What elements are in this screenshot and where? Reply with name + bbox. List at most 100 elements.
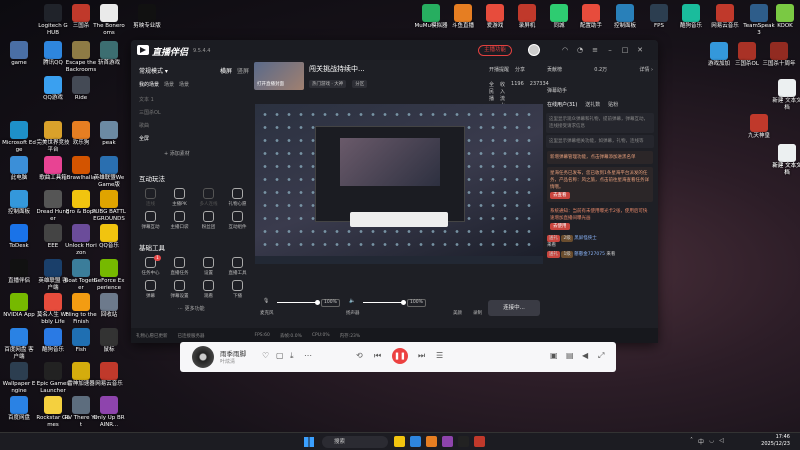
desktop-icon[interactable]: game (2, 39, 36, 77)
minimize-icon[interactable]: – (606, 46, 614, 54)
go-view-button[interactable]: 去查看 (550, 192, 570, 199)
desktop-icon[interactable]: QQ音乐 (92, 222, 126, 260)
source-item[interactable]: 全屏 (139, 133, 252, 146)
contribution-rank[interactable]: 贡献榜 (547, 66, 562, 73)
desktop-icon[interactable]: Ride (64, 74, 98, 112)
live-reminder-button[interactable]: 开播提醒 (489, 66, 509, 73)
record-button[interactable]: 录制 (473, 310, 482, 316)
desktop-icon[interactable]: 控制面板 (2, 188, 36, 226)
mic-slider[interactable] (277, 302, 317, 303)
menu-icon[interactable]: ≡ (591, 46, 599, 54)
desktop-icon[interactable]: 此电脑 (2, 154, 36, 192)
share-button[interactable]: 分享 (515, 66, 525, 73)
room-tag[interactable]: 热门游戏 · 大神 (309, 80, 347, 88)
tool-button[interactable]: 弹幕互动 (136, 211, 165, 230)
tool-button[interactable]: 弹幕设置 (165, 280, 194, 299)
desktop-icon[interactable]: 录屏机 (510, 2, 544, 40)
go-use-button[interactable]: 去使用 (550, 223, 570, 230)
bell-icon[interactable]: ◔ (576, 46, 584, 54)
tool-button[interactable]: 主播PK (165, 188, 194, 207)
tab-scene-2[interactable]: 场景 (164, 81, 174, 88)
desktop-icon[interactable]: 英雄联盟WeGame版 (92, 154, 126, 192)
speaker-icon[interactable]: 🔈 (349, 298, 355, 304)
game-app-icon[interactable] (426, 436, 437, 447)
desktop-icon[interactable]: 控制面板 (608, 2, 642, 40)
more-icon[interactable]: ⋯ (304, 351, 312, 360)
desktop-icon[interactable]: 爱游戏 (478, 2, 512, 40)
room-title[interactable]: 闯关挑战持续中... (309, 64, 365, 74)
tool-button[interactable]: 粉丝团 (194, 211, 223, 230)
desktop-icon[interactable]: Microsoft Edge (2, 119, 36, 157)
file-explorer-icon[interactable] (394, 436, 405, 447)
music-taskbar-icon[interactable] (474, 436, 485, 447)
beauty-button[interactable]: 美颜 (453, 310, 462, 316)
source-item[interactable]: 文本 1 (139, 94, 252, 107)
add-source-button[interactable]: + 添加素材 (164, 150, 252, 157)
tool-button[interactable]: 观看 (194, 280, 223, 299)
desktop-icon[interactable]: 直播伴侣 (2, 257, 36, 295)
tab-gifts[interactable]: 送礼数 (585, 101, 600, 108)
mode-dropdown[interactable]: 常规模式 ▾ (139, 66, 168, 75)
download-icon[interactable]: ⤓ (290, 351, 294, 361)
tool-button[interactable]: 直播工具 (223, 257, 252, 276)
next-icon[interactable]: ⏭ (418, 351, 425, 361)
loop-icon[interactable]: ⟲ (356, 351, 363, 360)
desktop-icon[interactable]: Only Up BRAINR... (92, 394, 126, 432)
live-companion-taskbar-icon[interactable] (458, 436, 469, 447)
desktop-icon[interactable]: 新建 文本文档 (770, 142, 800, 180)
desktop-icon[interactable]: 同城 (542, 2, 576, 40)
tool-button[interactable]: 礼物心愿 (223, 188, 252, 207)
tab-fans[interactable]: 贴粉 (608, 101, 618, 108)
comment-icon[interactable]: ▢ (276, 351, 284, 360)
landscape-option[interactable]: 横屏 (220, 68, 232, 75)
tool-button[interactable]: 多人连线 (194, 188, 223, 207)
album-cover[interactable] (192, 346, 214, 368)
windows-start-icon[interactable] (304, 437, 314, 447)
room-cover[interactable]: 打开直播封面 (254, 62, 304, 90)
lang-indicator[interactable]: 中 (698, 437, 704, 446)
maximize-icon[interactable]: □ (621, 46, 629, 54)
tab-scene-3[interactable]: 场景 (179, 81, 189, 88)
desktop-icon[interactable]: MuMu模拟器 (414, 2, 448, 40)
desktop-icon[interactable]: 剪映专业版 (130, 2, 164, 40)
stream-preview[interactable] (255, 104, 543, 264)
tab-my-scenes[interactable]: 我的场景 (139, 81, 159, 88)
more-functions-button[interactable]: ⋯ 更多功能 (178, 305, 252, 312)
desktop-icon[interactable]: Wallpaper Engine (2, 360, 36, 398)
source-item[interactable]: 歌曲 (139, 120, 252, 133)
playlist-icon[interactable]: ☰ (436, 351, 443, 360)
tab-online-users[interactable]: 在线用户(31) (547, 101, 577, 108)
taskbar-search[interactable]: 搜索 (322, 436, 388, 448)
speaker-slider[interactable] (363, 302, 403, 303)
tool-button[interactable]: 设置 (194, 257, 223, 276)
chevron-up-icon[interactable]: ˄ (690, 437, 693, 446)
song-title[interactable]: 雨季雨脚 (220, 348, 246, 358)
tool-button[interactable]: 主播口袋 (165, 211, 194, 230)
app-icon[interactable] (442, 436, 453, 447)
speaker-knob[interactable] (401, 300, 406, 305)
desktop-icon[interactable]: KOOK (768, 2, 800, 40)
source-item[interactable]: 三国杀OL (139, 107, 252, 120)
clock[interactable]: 17:46 2025/12/23 (754, 434, 790, 448)
desktop-icon[interactable]: 斗鱼直播 (446, 2, 480, 40)
mic-icon[interactable]: 🎙 (263, 298, 269, 304)
portrait-option[interactable]: 竖屏 (237, 68, 249, 75)
anchor-function-button[interactable]: 主播功能 (478, 45, 513, 56)
desktop-icon[interactable]: 三国杀OL (730, 40, 764, 78)
chat-message[interactable]: 送礼 1级 憨憨金727075 来看 (547, 251, 653, 258)
desktop-icon[interactable]: FPS (642, 2, 676, 40)
tool-button[interactable]: 下播 (223, 280, 252, 299)
details-link[interactable]: 详情 › (639, 66, 653, 73)
queue-icon[interactable]: ▤ (566, 351, 574, 360)
volume-tray-icon[interactable]: ◁ (719, 437, 724, 446)
desktop-icon[interactable]: 酷狗音乐 (674, 2, 708, 40)
previous-icon[interactable]: ⏮ (374, 351, 381, 361)
wifi-icon[interactable]: ◡ (709, 437, 714, 446)
desktop-icon[interactable]: 网易云音乐 (708, 2, 742, 40)
avatar[interactable] (528, 44, 540, 56)
tool-button[interactable]: 任务中心 1 (136, 255, 165, 276)
desktop-icon[interactable]: ToDesk (2, 222, 36, 260)
desktop-icon[interactable]: 鼠标 (92, 326, 126, 364)
tool-button[interactable]: 弹幕 (136, 280, 165, 299)
mic-knob[interactable] (315, 300, 320, 305)
